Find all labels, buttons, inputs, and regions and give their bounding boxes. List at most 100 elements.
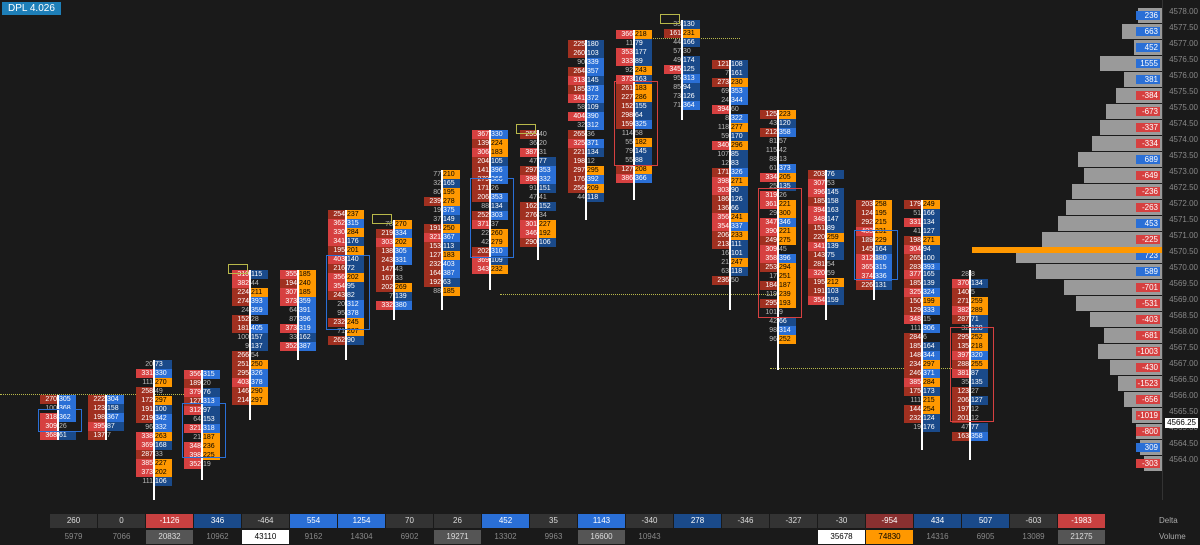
price-label: 4574.00: [1169, 136, 1198, 144]
price-label: 4571.50: [1169, 216, 1198, 224]
footprint-bar[interactable]: 77 210 32 165 80 195 239 278 19 375 37 1…: [424, 170, 460, 296]
current-price-label: 4566.25: [1165, 418, 1198, 428]
volume-profile-row: 689: [1078, 152, 1162, 167]
footprint-bar[interactable]: 254 237 362 315 330 284 341 176 195 201 …: [328, 210, 364, 345]
vp-delta-label: -263: [1136, 203, 1160, 212]
imbalance-box: [470, 178, 514, 258]
footprint-bar[interactable]: 203 258 124 195 292 215 403 231 62 229 1…: [856, 200, 892, 290]
summary-cell: -1983: [1058, 514, 1105, 528]
imbalance-box: [326, 255, 370, 330]
summary-cell: 260: [50, 514, 97, 528]
footprint-bar[interactable]: 366 218 11 79 353 177 333 89 92 243 373 …: [616, 30, 652, 183]
footprint-bar[interactable]: 125 223 43 120 212 358 81 57 115 42 88 1…: [760, 110, 796, 344]
summary-cell: -346: [722, 514, 769, 528]
footprint-bar[interactable]: 78 270 219 334 303 202 138 305 243 331 1…: [376, 220, 412, 310]
summary-cell: [722, 530, 769, 544]
price-label: 4574.50: [1169, 120, 1198, 128]
summary-cell: 6902: [386, 530, 433, 544]
summary-cell: 278: [674, 514, 721, 528]
summary-cell: 0: [98, 514, 145, 528]
vp-delta-label: -337: [1136, 123, 1160, 132]
price-label: 4568.00: [1169, 328, 1198, 336]
summary-cell: [770, 530, 817, 544]
price-label: 4568.50: [1169, 312, 1198, 320]
volume-profile-row: -701: [1064, 280, 1162, 295]
volume-profile-row: -1523: [1118, 376, 1162, 391]
price-label: 4566.50: [1169, 376, 1198, 384]
footprint-bar[interactable]: 203 76 307 53 396 145 185 158 394 163 34…: [808, 170, 844, 305]
vp-delta-label: -701: [1136, 283, 1160, 292]
vp-delta-label: 381: [1136, 75, 1160, 84]
summary-cell: 14316: [914, 530, 961, 544]
price-label: 4577.00: [1169, 40, 1198, 48]
imbalance-box: [182, 403, 226, 458]
poc-bar: [972, 247, 1162, 253]
summary-cell: 16600: [578, 530, 625, 544]
price-label: 4573.50: [1169, 152, 1198, 160]
vp-delta-label: 309: [1136, 443, 1160, 452]
price-label: 4567.50: [1169, 344, 1198, 352]
footprint-bar[interactable]: 28 8 370 134 140 5 271 259 382 289 287 7…: [952, 270, 988, 441]
footprint-bar[interactable]: 310 115 382 44 224 211 274 393 24 359 15…: [232, 270, 268, 405]
vp-delta-label: -656: [1136, 395, 1160, 404]
vp-delta-label: -649: [1136, 171, 1160, 180]
footprint-bar[interactable]: 367 330 139 224 306 183 204 105 141 396 …: [472, 130, 508, 274]
vp-delta-label: -531: [1136, 299, 1160, 308]
price-axis[interactable]: 4578.004577.504577.004576.504576.004575.…: [1162, 0, 1200, 500]
summary-cell: 13089: [1010, 530, 1057, 544]
summary-cell: 434: [914, 514, 961, 528]
footprint-bar[interactable]: 121 108 7 161 273 230 69 353 24 344 394 …: [712, 60, 748, 285]
ref-line: [500, 294, 780, 295]
footprint-bar[interactable]: 225 180 260 103 90 339 264 357 313 145 1…: [568, 40, 604, 202]
vp-delta-label: -334: [1136, 139, 1160, 148]
summary-cell: 35: [530, 514, 577, 528]
footprint-bar[interactable]: 33 130 161 231 44 166 57 30 49 174 345 1…: [664, 20, 700, 110]
summary-cell: 507: [962, 514, 1009, 528]
summary-cell: 452: [482, 514, 529, 528]
footprint-bar[interactable]: 270 305 100 368 318 362 309 26 368 61: [40, 395, 76, 440]
vp-delta-label: -681: [1136, 331, 1160, 340]
price-label: 4566.00: [1169, 392, 1198, 400]
volume-profile-row: -303: [1144, 456, 1162, 471]
footprint-bar[interactable]: 179 249 51 166 331 134 41 127 198 271 30…: [904, 200, 940, 281]
vp-delta-label: -225: [1136, 235, 1160, 244]
vp-delta-label: 1555: [1136, 59, 1160, 68]
volume-profile-row: -337: [1100, 120, 1162, 135]
summary-cell: 9963: [530, 530, 577, 544]
footprint-bar[interactable]: 255 40 36 20 387 31 47 77 297 353 398 33…: [520, 130, 556, 247]
footprint-bar[interactable]: 355 185 194 240 307 185 373 359 64 391 8…: [280, 270, 316, 351]
vp-delta-label: -1523: [1136, 379, 1160, 388]
price-label: 4575.00: [1169, 104, 1198, 112]
naked-poc-box: [228, 264, 248, 274]
volume-profile-row: -1019: [1132, 408, 1162, 423]
volume-profile-row: 1555: [1100, 56, 1162, 71]
footprint-bar[interactable]: 20 73 331 330 111 270 258 49 172 297 191…: [136, 360, 172, 486]
price-label: 4570.50: [1169, 248, 1198, 256]
volume-profile-row: -225: [1042, 232, 1162, 247]
volume-profile-row: -1003: [1098, 344, 1162, 359]
summary-cell: 13302: [482, 530, 529, 544]
price-label: 4565.50: [1169, 408, 1198, 416]
volume-profile-row: -430: [1110, 360, 1162, 375]
naked-poc-box: [372, 214, 392, 224]
price-label: 4571.00: [1169, 232, 1198, 240]
volume-profile-row: 589: [1036, 264, 1162, 279]
price-label: 4567.00: [1169, 360, 1198, 368]
summary-cell: 10962: [194, 530, 241, 544]
summary-cell: 35678: [818, 530, 865, 544]
volume-profile-row: -403: [1090, 312, 1162, 327]
footprint-bar[interactable]: 222 304 123 158 198 367 395 87 137 7: [88, 395, 124, 440]
vp-delta-label: -1003: [1136, 347, 1160, 356]
summary-cell: 19271: [434, 530, 481, 544]
vp-delta-label: 589: [1136, 267, 1160, 276]
vp-delta-label: -800: [1136, 427, 1160, 436]
summary-cell: -603: [1010, 514, 1057, 528]
footprint-bar[interactable]: 356 315 189 20 379 76 127 313 312 97 64 …: [184, 370, 220, 469]
footprint-bar[interactable]: 377 165 185 139 325 324 150 199 129 333 …: [904, 270, 940, 432]
footprint-chart[interactable]: 270 305 100 368 318 362 309 26 368 61 22…: [0, 0, 1010, 500]
price-label: 4576.00: [1169, 72, 1198, 80]
price-label: 4573.00: [1169, 168, 1198, 176]
summary-cell: 70: [386, 514, 433, 528]
summary-cell: -340: [626, 514, 673, 528]
summary-cell: -327: [770, 514, 817, 528]
